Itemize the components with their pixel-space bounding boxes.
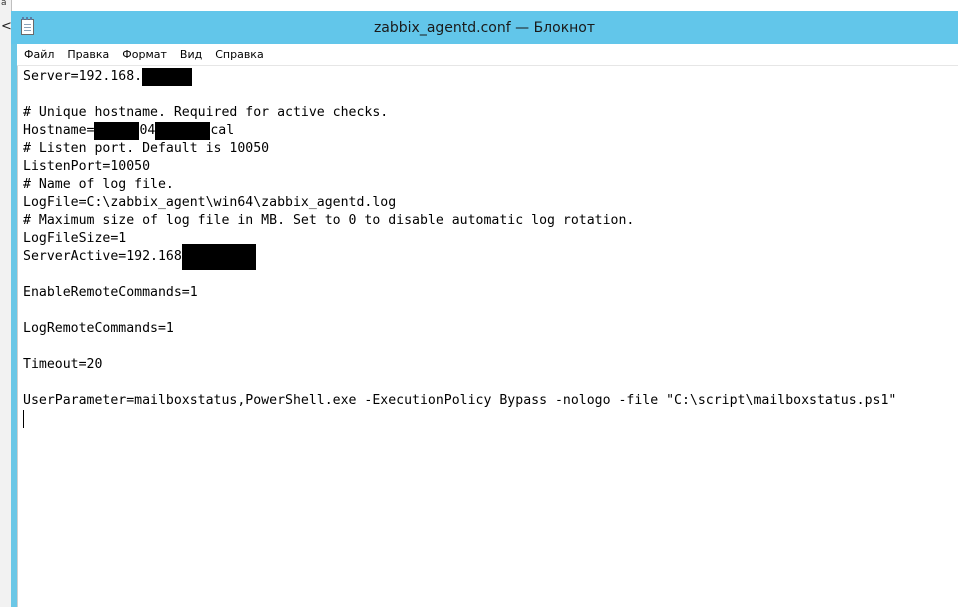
background-window-text: a — [1, 0, 7, 8]
text-line — [23, 302, 896, 320]
hostname-mid-text: 04 — [139, 123, 156, 138]
text-line — [23, 86, 896, 104]
text-line: LogRemoteCommands=1 — [23, 321, 174, 336]
server-text: Server=192.168. — [23, 69, 143, 84]
redaction-block — [94, 122, 140, 140]
editor-text[interactable]: Server=192.168. # Unique hostname. Requi… — [23, 68, 896, 428]
text-line — [23, 410, 896, 428]
hostname-prefix-text: Hostname= — [23, 123, 95, 138]
text-line: EnableRemoteCommands=1 — [23, 285, 198, 300]
hostname-suffix-text: cal — [210, 123, 235, 138]
title-bar[interactable]: zabbix_agentd.conf — Блокнот — [11, 11, 958, 44]
menu-view[interactable]: Вид — [173, 44, 208, 65]
text-line: # Name of log file. — [23, 177, 174, 192]
menu-bar: Файл Правка Формат Вид Справка — [17, 44, 958, 66]
text-line: Timeout=20 — [23, 357, 103, 372]
notepad-client-area: Файл Правка Формат Вид Справка Server=19… — [17, 44, 958, 607]
text-line — [23, 338, 896, 356]
notepad-window: zabbix_agentd.conf — Блокнот Файл Правка… — [11, 11, 958, 607]
text-line — [23, 374, 896, 392]
text-caret — [23, 410, 24, 428]
text-line: Server=192.168. — [23, 68, 896, 86]
text-line: # Listen port. Default is 10050 — [23, 141, 270, 156]
text-line: LogFileSize=1 — [23, 231, 127, 246]
menu-format[interactable]: Формат — [115, 44, 173, 65]
serveractive-text: ServerActive=192.168 — [23, 249, 182, 264]
text-line: ServerActive=192.168 — [23, 244, 896, 270]
text-line: # Unique hostname. Required for active c… — [23, 105, 389, 120]
redaction-block — [155, 122, 211, 140]
text-line: Hostname= 04 cal — [23, 122, 896, 140]
menu-help[interactable]: Справка — [208, 44, 269, 65]
text-line: ListenPort=10050 — [23, 159, 151, 174]
text-line — [23, 266, 896, 284]
text-line: UserParameter=mailboxstatus,PowerShell.e… — [23, 393, 897, 408]
text-line: LogFile=C:\zabbix_agent\win64\zabbix_age… — [23, 195, 397, 210]
screen: a < zabbix_agentd.conf — Блокнот Файл Пр… — [0, 0, 958, 607]
menu-edit[interactable]: Правка — [60, 44, 115, 65]
window-title: zabbix_agentd.conf — Блокнот — [373, 20, 596, 36]
text-line: # Maximum size of log file in MB. Set to… — [23, 213, 635, 228]
redaction-block — [181, 244, 256, 270]
text-editor[interactable]: Server=192.168. # Unique hostname. Requi… — [17, 66, 958, 607]
menu-file[interactable]: Файл — [17, 44, 60, 65]
redaction-block — [142, 68, 193, 86]
